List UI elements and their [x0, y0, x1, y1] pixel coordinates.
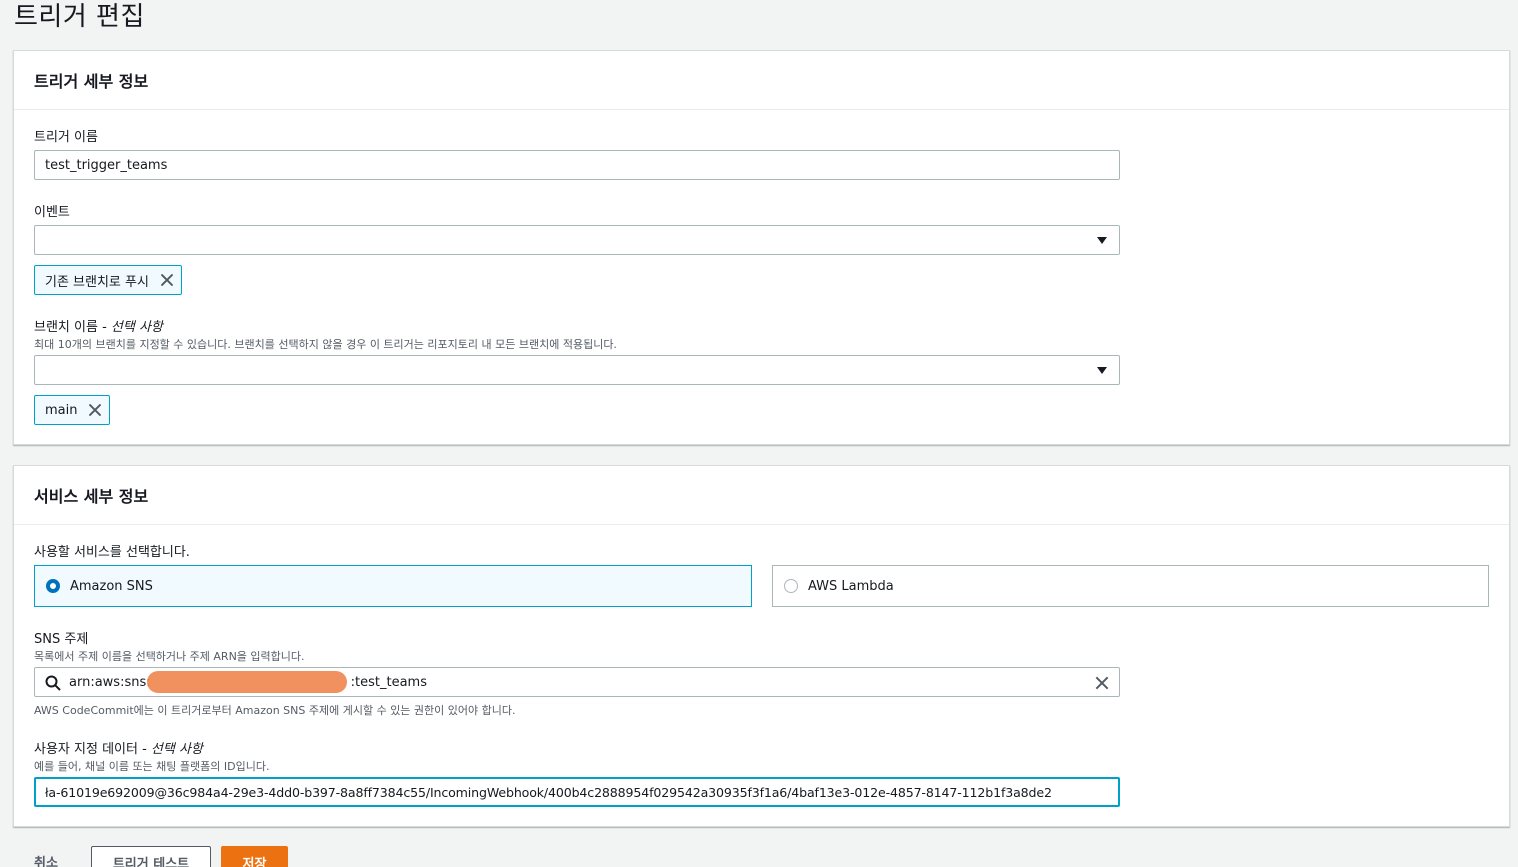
- custom-data-label-text: 사용자 지정 데이터: [34, 742, 138, 757]
- event-select[interactable]: [34, 225, 1120, 255]
- save-button[interactable]: 저장: [221, 846, 288, 867]
- custom-data-value: ła-61019e692009@36c984a4-29e3-4dd0-b397-…: [45, 784, 1052, 800]
- event-token: 기존 브랜치로 푸시: [34, 265, 182, 295]
- custom-data-input[interactable]: ła-61019e692009@36c984a4-29e3-4dd0-b397-…: [34, 777, 1120, 807]
- branch-select[interactable]: [34, 355, 1120, 385]
- trigger-name-label: 트리거 이름: [34, 130, 98, 145]
- page-title: 트리거 편집: [14, 2, 145, 32]
- sns-topic-prefix: arn:aws:sns:: [69, 674, 151, 690]
- sns-topic-description: 목록에서 주제 이름을 선택하거나 주제 ARN을 입력합니다.: [34, 650, 305, 663]
- remove-event-icon[interactable]: [159, 272, 175, 288]
- amazon-sns-label: Amazon SNS: [70, 578, 153, 594]
- redaction-mark: [147, 671, 347, 693]
- sns-topic-label: SNS 주제: [34, 632, 89, 647]
- trigger-name-value: test_trigger_teams: [45, 157, 168, 173]
- radio-amazon-sns[interactable]: Amazon SNS: [34, 565, 752, 607]
- service-label: 사용할 서비스를 선택합니다.: [34, 545, 190, 560]
- sns-permission-hint: AWS CodeCommit에는 이 트리거로부터 Amazon SNS 주제에…: [34, 704, 516, 717]
- branch-token-label: main: [45, 402, 78, 418]
- trigger-details-header: 트리거 세부 정보: [14, 51, 1509, 110]
- branch-token: main: [34, 395, 110, 425]
- branch-label-text: 브랜치 이름: [34, 320, 98, 335]
- radio-aws-lambda[interactable]: AWS Lambda: [772, 565, 1489, 607]
- cancel-button[interactable]: 취소: [34, 852, 58, 867]
- clear-icon[interactable]: [1094, 675, 1110, 691]
- branch-optional-text: 선택 사항: [110, 320, 163, 335]
- caret-down-icon: [1097, 367, 1107, 374]
- branch-label: 브랜치 이름 - 선택 사항: [34, 320, 163, 335]
- sns-topic-suffix: :test_teams: [350, 674, 427, 690]
- trigger-name-input[interactable]: test_trigger_teams: [34, 150, 1120, 180]
- custom-data-optional-text: 선택 사항: [150, 742, 203, 757]
- sns-topic-input[interactable]: arn:aws:sns: :test_teams: [34, 667, 1120, 697]
- radio-checked-icon: [46, 579, 60, 593]
- branch-description: 최대 10개의 브랜치를 지정할 수 있습니다. 브랜치를 선택하지 않을 경우…: [34, 338, 617, 351]
- search-icon: [45, 675, 61, 691]
- caret-down-icon: [1097, 237, 1107, 244]
- radio-unchecked-icon: [784, 579, 798, 593]
- remove-branch-icon[interactable]: [87, 402, 103, 418]
- trigger-details-panel: 트리거 세부 정보 트리거 이름 test_trigger_teams 이벤트 …: [13, 50, 1510, 445]
- service-details-header: 서비스 세부 정보: [14, 466, 1509, 525]
- aws-lambda-label: AWS Lambda: [808, 578, 894, 594]
- service-details-panel: 서비스 세부 정보 사용할 서비스를 선택합니다. Amazon SNS AWS…: [13, 465, 1510, 827]
- custom-data-description: 예를 들어, 채널 이름 또는 채팅 플랫폼의 ID입니다.: [34, 760, 270, 773]
- test-trigger-button[interactable]: 트리거 테스트: [91, 846, 211, 867]
- custom-data-label: 사용자 지정 데이터 - 선택 사항: [34, 742, 203, 757]
- event-label: 이벤트: [34, 205, 70, 220]
- event-token-label: 기존 브랜치로 푸시: [45, 274, 149, 290]
